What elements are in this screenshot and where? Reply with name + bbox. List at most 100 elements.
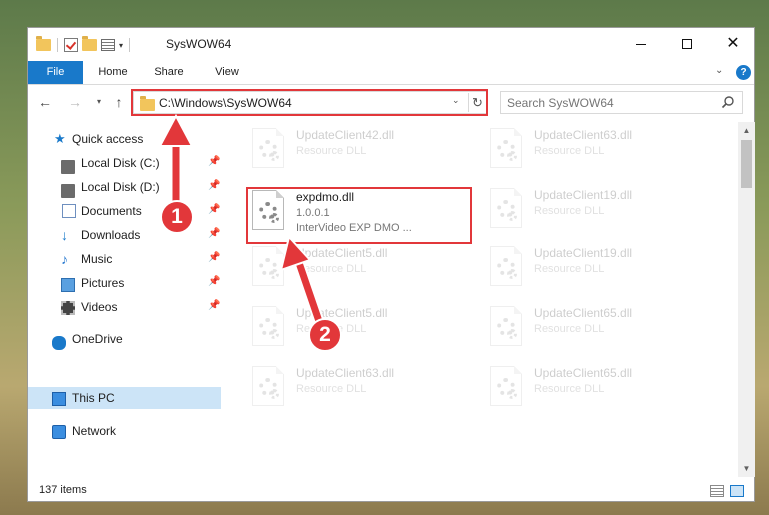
file-tile[interactable]: UpdateClient42.dll Resource DLL xyxy=(246,122,476,176)
status-bar: 137 items xyxy=(28,480,754,502)
network-icon xyxy=(52,425,66,439)
onedrive-icon xyxy=(52,336,66,350)
star-icon: ★ xyxy=(54,131,66,146)
maximize-button[interactable] xyxy=(664,28,710,60)
customize-toolbar-chevron-icon[interactable]: ▾ xyxy=(119,41,123,50)
sidebar-item-this-pc[interactable]: This PC xyxy=(28,387,221,409)
dll-file-icon xyxy=(490,306,522,346)
search-box[interactable] xyxy=(500,91,743,114)
tab-file[interactable]: File xyxy=(28,61,83,84)
file-tile[interactable]: UpdateClient63.dll Resource DLL xyxy=(484,122,714,176)
dll-file-icon xyxy=(490,366,522,406)
window-title: SysWOW64 xyxy=(166,37,232,51)
file-type: Resource DLL xyxy=(534,205,605,217)
file-name: UpdateClient19.dll xyxy=(534,188,633,202)
step-badge-2: 2 xyxy=(308,318,342,352)
sidebar-item-label: OneDrive xyxy=(72,332,123,346)
this-pc-icon xyxy=(52,392,66,406)
sidebar-item-music[interactable]: ♪ Music 📌 xyxy=(28,248,221,270)
recent-locations-chevron-icon[interactable]: ▾ xyxy=(93,92,105,112)
file-type: Resource DLL xyxy=(296,145,367,157)
sidebar-item-onedrive[interactable]: OneDrive xyxy=(28,328,221,350)
gear-icon xyxy=(269,329,279,339)
toolbar-divider xyxy=(57,38,58,52)
sidebar-item-label: Videos xyxy=(81,300,118,314)
dll-file-icon xyxy=(490,246,522,286)
navigation-pane: ★ Quick access Local Disk (C:) 📌 Local D… xyxy=(28,122,221,477)
properties-check-icon[interactable] xyxy=(64,38,78,52)
sidebar-item-label: Network xyxy=(72,424,117,438)
sidebar-item-quick-access[interactable]: ★ Quick access xyxy=(28,128,221,150)
pin-icon[interactable]: 📌 xyxy=(208,252,220,263)
documents-icon xyxy=(62,204,76,218)
tab-home[interactable]: Home xyxy=(88,61,138,84)
tab-view[interactable]: View xyxy=(202,61,252,84)
scroll-up-arrow-icon[interactable]: ▲ xyxy=(738,122,755,139)
large-icons-view-icon[interactable] xyxy=(730,485,744,497)
file-name: UpdateClient19.dll xyxy=(534,246,633,260)
file-name: UpdateClient65.dll xyxy=(534,366,633,380)
forward-arrow-icon[interactable]: → xyxy=(66,92,84,112)
search-icon[interactable] xyxy=(721,95,735,109)
gear-icon xyxy=(507,151,517,161)
disk-icon xyxy=(61,160,75,174)
address-highlight-box xyxy=(131,89,488,116)
sidebar-item-network[interactable]: Network xyxy=(28,420,221,442)
sidebar-item-label: This PC xyxy=(72,391,115,405)
maximize-icon xyxy=(682,39,692,49)
pictures-icon xyxy=(61,278,75,292)
file-tile[interactable]: UpdateClient5.dll Resource DLL xyxy=(246,300,476,354)
sidebar-item-label: Pictures xyxy=(81,276,125,290)
file-name: UpdateClient63.dll xyxy=(296,366,395,380)
pin-icon[interactable]: 📌 xyxy=(208,180,220,191)
sidebar-item-videos[interactable]: Videos 📌 xyxy=(28,296,221,318)
details-view-icon[interactable] xyxy=(710,485,724,497)
file-tile[interactable]: UpdateClient19.dll Resource DLL xyxy=(484,240,714,294)
pin-icon[interactable]: 📌 xyxy=(208,276,220,287)
scroll-down-arrow-icon[interactable]: ▼ xyxy=(738,460,755,477)
expand-ribbon-chevron-icon[interactable]: ⌄ xyxy=(715,65,723,76)
up-arrow-icon[interactable]: ↑ xyxy=(110,92,128,112)
vertical-scrollbar[interactable]: ▲ ▼ xyxy=(738,122,755,477)
step-badge-1: 1 xyxy=(160,200,194,234)
pin-icon[interactable]: 📌 xyxy=(208,300,220,311)
gear-icon xyxy=(507,211,517,221)
dll-file-icon xyxy=(490,188,522,228)
sidebar-item-local-disk-c[interactable]: Local Disk (C:) 📌 xyxy=(28,152,221,174)
help-icon[interactable]: ? xyxy=(736,65,751,80)
file-name: UpdateClient5.dll xyxy=(296,246,388,260)
gear-icon xyxy=(269,269,279,279)
dll-file-icon xyxy=(252,306,284,346)
gear-icon xyxy=(507,389,517,399)
scrollbar-thumb[interactable] xyxy=(741,140,752,188)
file-tile[interactable]: UpdateClient65.dll Resource DLL xyxy=(484,300,714,354)
dll-file-icon xyxy=(252,246,284,286)
minimize-button[interactable] xyxy=(618,28,664,60)
sidebar-item-local-disk-d[interactable]: Local Disk (D:) 📌 xyxy=(28,176,221,198)
tab-share[interactable]: Share xyxy=(144,61,194,84)
sidebar-item-downloads[interactable]: ↓ Downloads 📌 xyxy=(28,224,221,246)
properties-list-icon[interactable] xyxy=(101,39,115,51)
sidebar-item-label: Local Disk (C:) xyxy=(81,156,160,170)
file-name: UpdateClient42.dll xyxy=(296,128,395,142)
file-type: Resource DLL xyxy=(534,383,605,395)
file-tile[interactable]: UpdateClient5.dll Resource DLL xyxy=(246,240,476,294)
ribbon-tabs: File Home Share View ⌄ ? xyxy=(28,61,754,85)
quick-access-toolbar: ▾ xyxy=(36,36,132,54)
search-input[interactable] xyxy=(507,95,707,110)
file-tile[interactable]: UpdateClient63.dll Resource DLL xyxy=(246,360,476,414)
pin-icon[interactable]: 📌 xyxy=(208,204,220,215)
pin-icon[interactable]: 📌 xyxy=(208,156,220,167)
dll-file-icon xyxy=(252,366,284,406)
new-folder-icon[interactable] xyxy=(82,36,97,51)
file-type: Resource DLL xyxy=(296,263,367,275)
close-button[interactable]: ✕ xyxy=(710,28,756,60)
item-count: 137 items xyxy=(39,484,87,496)
back-arrow-icon[interactable]: ← xyxy=(36,92,54,112)
file-tile[interactable]: UpdateClient19.dll Resource DLL xyxy=(484,182,714,236)
pin-icon[interactable]: 📌 xyxy=(208,228,220,239)
file-explorer-window: ▾ SysWOW64 ✕ File Home Share View ⌄ ? ← … xyxy=(27,27,755,502)
file-highlight-box xyxy=(246,187,472,244)
sidebar-item-pictures[interactable]: Pictures 📌 xyxy=(28,272,221,294)
file-tile[interactable]: UpdateClient65.dll Resource DLL xyxy=(484,360,714,414)
